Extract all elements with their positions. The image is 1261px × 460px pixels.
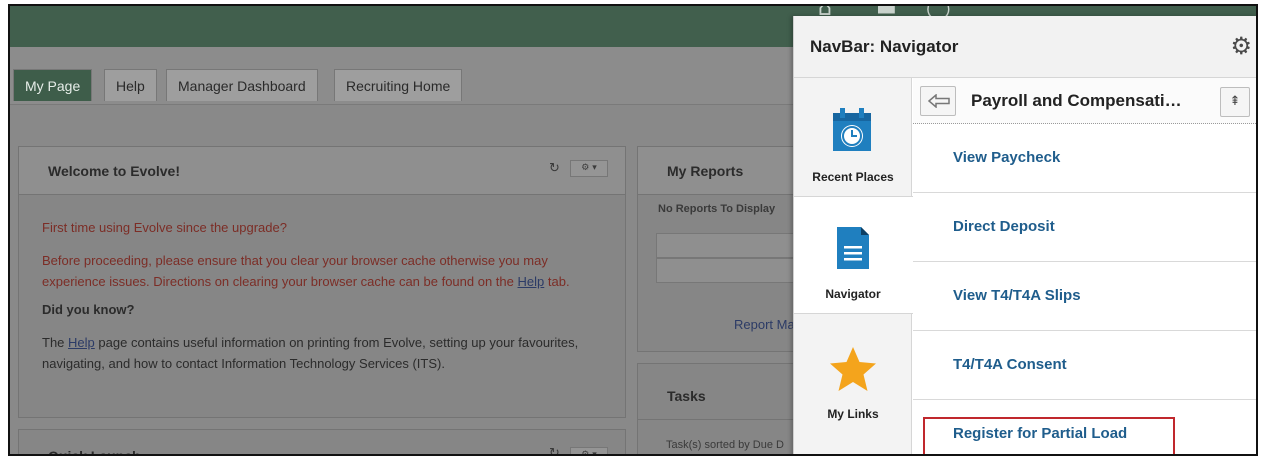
rail-label-navigator: Navigator [825, 287, 881, 301]
tasks-pagelet: Tasks Task(s) sorted by Due D [637, 363, 797, 454]
pagelet-options-button[interactable]: ⚙ ▾ [570, 447, 608, 454]
menu-item-label: T4/T4A Consent [953, 356, 1067, 373]
menu-item-label: View Paycheck [953, 149, 1061, 166]
rail-item-recent-places[interactable]: Recent Places [794, 78, 912, 196]
my-reports-header: My Reports [638, 147, 796, 195]
tasks-title: Tasks [667, 388, 706, 404]
scroll-to-top-button[interactable]: ⇞ [1220, 87, 1250, 117]
report-row [656, 258, 796, 283]
rail-label-recent-places: Recent Places [812, 170, 894, 184]
refresh-icon[interactable]: ↻ [549, 446, 560, 454]
pagelet-options-button[interactable]: ⚙ ▾ [570, 160, 608, 177]
welcome-pagelet-header: Welcome to Evolve! ↻ ⚙ ▾ [19, 147, 625, 195]
menu-item-t4-consent[interactable]: T4/T4A Consent [913, 332, 1256, 400]
refresh-icon[interactable]: ↻ [549, 161, 560, 176]
quick-launch-title: Quick Launch [48, 448, 141, 456]
document-icon [837, 227, 869, 269]
info-line1: The Help page contains useful informatio… [42, 332, 578, 353]
breadcrumb: Payroll and Compensati… ⇞ [913, 78, 1256, 124]
cache-warning-text: experience issues. Directions on clearin… [42, 274, 514, 289]
navbar-title: NavBar: Navigator [810, 37, 959, 56]
breadcrumb-title: Payroll and Compensati… [971, 91, 1182, 110]
divider [638, 419, 796, 420]
navbar-panel: NavBar: Navigator ⚙ Recent Places Naviga… [793, 16, 1256, 454]
welcome-title: Welcome to Evolve! [48, 163, 181, 179]
help-page-link[interactable]: Help [68, 335, 95, 350]
rail-item-navigator[interactable]: Navigator [794, 196, 913, 314]
no-reports-text: No Reports To Display [658, 203, 776, 215]
arrow-left-icon [928, 94, 950, 108]
did-you-know-heading: Did you know? [42, 302, 135, 317]
gear-icon: ⚙ [581, 163, 590, 173]
cache-warning-suffix: tab. [547, 274, 570, 289]
arrow-up-icon: ⇞ [1229, 94, 1241, 109]
menu-item-label: Direct Deposit [953, 218, 1055, 235]
info-prefix: The [42, 335, 65, 350]
rail-label-my-links: My Links [827, 407, 879, 421]
info-line2: navigating, and how to contact Informati… [42, 356, 445, 371]
tasks-sorted-text: Task(s) sorted by Due D [666, 439, 784, 451]
navigator-content: Payroll and Compensati… ⇞ View Paycheck … [913, 78, 1256, 454]
info-text: page contains useful information on prin… [98, 335, 579, 350]
report-row [656, 233, 796, 258]
help-link[interactable]: Help [518, 274, 545, 289]
tab-manager-dashboard[interactable]: Manager Dashboard [166, 69, 318, 101]
my-reports-title: My Reports [667, 163, 744, 179]
menu-item-label: View T4/T4A Slips [953, 287, 1081, 304]
back-button[interactable] [920, 86, 956, 116]
rail-item-my-links[interactable]: My Links [794, 315, 912, 445]
navbar-header: NavBar: Navigator ⚙ [794, 16, 1256, 78]
menu-item-view-paycheck[interactable]: View Paycheck [913, 125, 1256, 193]
cache-warning-line1: Before proceeding, please ensure that yo… [42, 253, 548, 268]
app-frame: ⌂ ▬ ◯ My Page Help Manager Dashboard Rec… [8, 4, 1258, 456]
tab-my-page[interactable]: My Page [13, 69, 93, 101]
cache-warning-line2: experience issues. Directions on clearin… [42, 271, 570, 292]
highlight-box [923, 417, 1175, 454]
menu-item-direct-deposit[interactable]: Direct Deposit [913, 194, 1256, 262]
upgrade-headline: First time using Evolve since the upgrad… [42, 220, 287, 235]
welcome-pagelet: Welcome to Evolve! ↻ ⚙ ▾ First time usin… [18, 146, 626, 418]
menu-item-view-t4-slips[interactable]: View T4/T4A Slips [913, 263, 1256, 331]
chevron-down-icon: ▾ [592, 163, 597, 173]
tab-help[interactable]: Help [104, 69, 157, 101]
star-icon [830, 347, 876, 391]
report-manager-link[interactable]: Report Ma [734, 317, 795, 332]
gear-icon[interactable]: ⚙ [1230, 32, 1252, 60]
tab-recruiting-home[interactable]: Recruiting Home [334, 69, 463, 101]
calendar-clock-icon [833, 108, 871, 151]
quick-launch-pagelet: Quick Launch ↻ ⚙ ▾ [18, 429, 626, 456]
navbar-rail: Recent Places Navigator My Links [794, 78, 913, 454]
my-reports-pagelet: My Reports No Reports To Display Report … [637, 146, 797, 352]
